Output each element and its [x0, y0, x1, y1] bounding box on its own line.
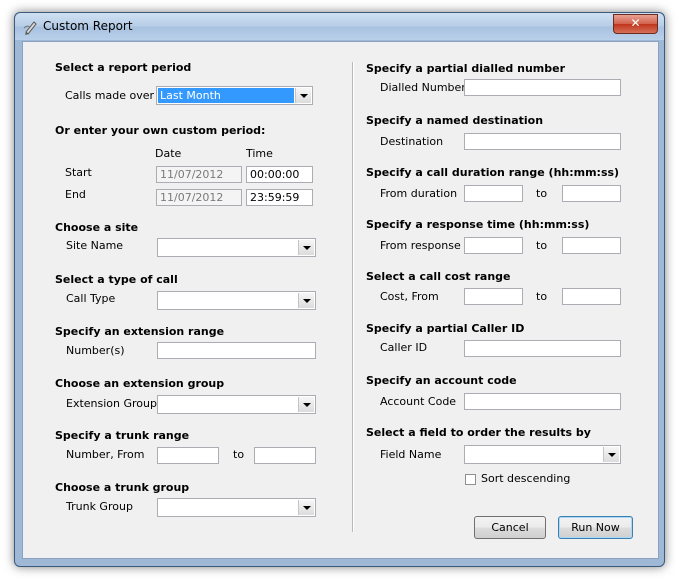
- end-date-field[interactable]: 11/07/2012: [156, 189, 242, 206]
- duration-to-input[interactable]: [562, 185, 621, 202]
- duration-header: Specify a call duration range (hh:mm:ss): [366, 166, 620, 179]
- extension-group-label: Extension Group: [66, 397, 157, 410]
- site-header: Choose a site: [55, 221, 139, 234]
- start-date-field[interactable]: 11/07/2012: [156, 166, 242, 183]
- response-to-input[interactable]: [562, 237, 621, 254]
- report-period-select[interactable]: Last Month: [156, 86, 313, 105]
- field-name-select[interactable]: [464, 445, 621, 464]
- report-period-value: Last Month: [158, 88, 294, 103]
- cost-from-input[interactable]: [464, 288, 523, 305]
- trunk-group-header: Choose a trunk group: [55, 481, 190, 494]
- destination-header: Specify a named destination: [366, 114, 544, 127]
- sort-descending-label: Sort descending: [481, 472, 571, 485]
- report-pencil-icon: [23, 21, 37, 35]
- account-code-header: Specify an account code: [366, 374, 517, 387]
- order-field-header: Select a field to order the results by: [366, 426, 591, 439]
- start-label: Start: [65, 166, 92, 179]
- chevron-down-icon[interactable]: [298, 397, 314, 412]
- caller-id-label: Caller ID: [380, 341, 428, 354]
- trunk-to-label: to: [233, 448, 245, 461]
- trunk-range-header: Specify a trunk range: [55, 429, 190, 442]
- account-code-label: Account Code: [380, 395, 457, 408]
- call-cost-header: Select a call cost range: [366, 270, 511, 283]
- account-code-input[interactable]: [464, 393, 621, 410]
- start-time-field[interactable]: 00:00:00: [246, 166, 313, 183]
- numbers-label: Number(s): [66, 344, 125, 357]
- chevron-down-icon[interactable]: [603, 447, 619, 462]
- dialog-body: Select a report period Calls made over L…: [22, 41, 659, 559]
- field-name-label: Field Name: [380, 448, 442, 461]
- trunk-group-select[interactable]: [157, 498, 316, 517]
- trunk-to-input[interactable]: [254, 447, 316, 464]
- extension-group-select[interactable]: [157, 395, 316, 414]
- response-from-input[interactable]: [464, 237, 523, 254]
- trunk-from-input[interactable]: [157, 447, 219, 464]
- trunk-number-from-label: Number, From: [66, 448, 145, 461]
- response-time-header: Specify a response time (hh:mm:ss): [366, 218, 590, 231]
- duration-from-input[interactable]: [464, 185, 523, 202]
- end-label: End: [65, 188, 86, 201]
- close-icon: ✕: [630, 16, 641, 30]
- chevron-down-icon[interactable]: [295, 88, 311, 103]
- cancel-button[interactable]: Cancel: [474, 516, 546, 539]
- window-title: Custom Report: [43, 19, 133, 33]
- column-divider: [352, 62, 354, 532]
- chevron-down-icon[interactable]: [298, 240, 314, 255]
- destination-label: Destination: [380, 135, 444, 148]
- custom-period-header: Or enter your own custom period:: [55, 124, 266, 137]
- close-button[interactable]: ✕: [613, 14, 658, 34]
- from-duration-label: From duration: [380, 187, 458, 200]
- from-response-label: From response: [380, 239, 461, 252]
- trunk-group-label: Trunk Group: [66, 500, 133, 513]
- response-to-label: to: [536, 239, 548, 252]
- site-name-select[interactable]: [157, 238, 316, 257]
- cost-from-label: Cost, From: [380, 290, 439, 303]
- duration-to-label: to: [536, 187, 548, 200]
- dialled-number-input[interactable]: [464, 79, 621, 96]
- chevron-down-icon[interactable]: [298, 293, 314, 308]
- call-type-label: Call Type: [66, 292, 116, 305]
- dialled-number-label: Dialled Number: [380, 81, 466, 94]
- end-time-field[interactable]: 23:59:59: [246, 189, 313, 206]
- destination-input[interactable]: [464, 133, 621, 150]
- chevron-down-icon[interactable]: [298, 500, 314, 515]
- time-column-label: Time: [246, 147, 273, 160]
- cost-to-input[interactable]: [562, 288, 621, 305]
- title-bar[interactable]: Custom Report ✕: [15, 13, 664, 40]
- report-period-header: Select a report period: [55, 61, 192, 74]
- date-column-label: Date: [155, 147, 182, 160]
- run-now-button[interactable]: Run Now: [558, 516, 633, 539]
- call-type-header: Select a type of call: [55, 273, 178, 286]
- cost-to-label: to: [536, 290, 548, 303]
- site-name-label: Site Name: [66, 239, 124, 252]
- calls-made-over-label: Calls made over: [65, 89, 154, 102]
- extension-range-header: Specify an extension range: [55, 325, 225, 338]
- custom-report-window: Custom Report ✕ Select a report period C…: [14, 12, 665, 567]
- caller-id-header: Specify a partial Caller ID: [366, 322, 525, 335]
- extension-group-header: Choose an extension group: [55, 377, 225, 390]
- extension-numbers-input[interactable]: [157, 342, 316, 359]
- dialled-number-header: Specify a partial dialled number: [366, 62, 566, 75]
- caller-id-input[interactable]: [464, 340, 621, 357]
- sort-descending-checkbox[interactable]: [465, 474, 476, 485]
- call-type-select[interactable]: [157, 291, 316, 310]
